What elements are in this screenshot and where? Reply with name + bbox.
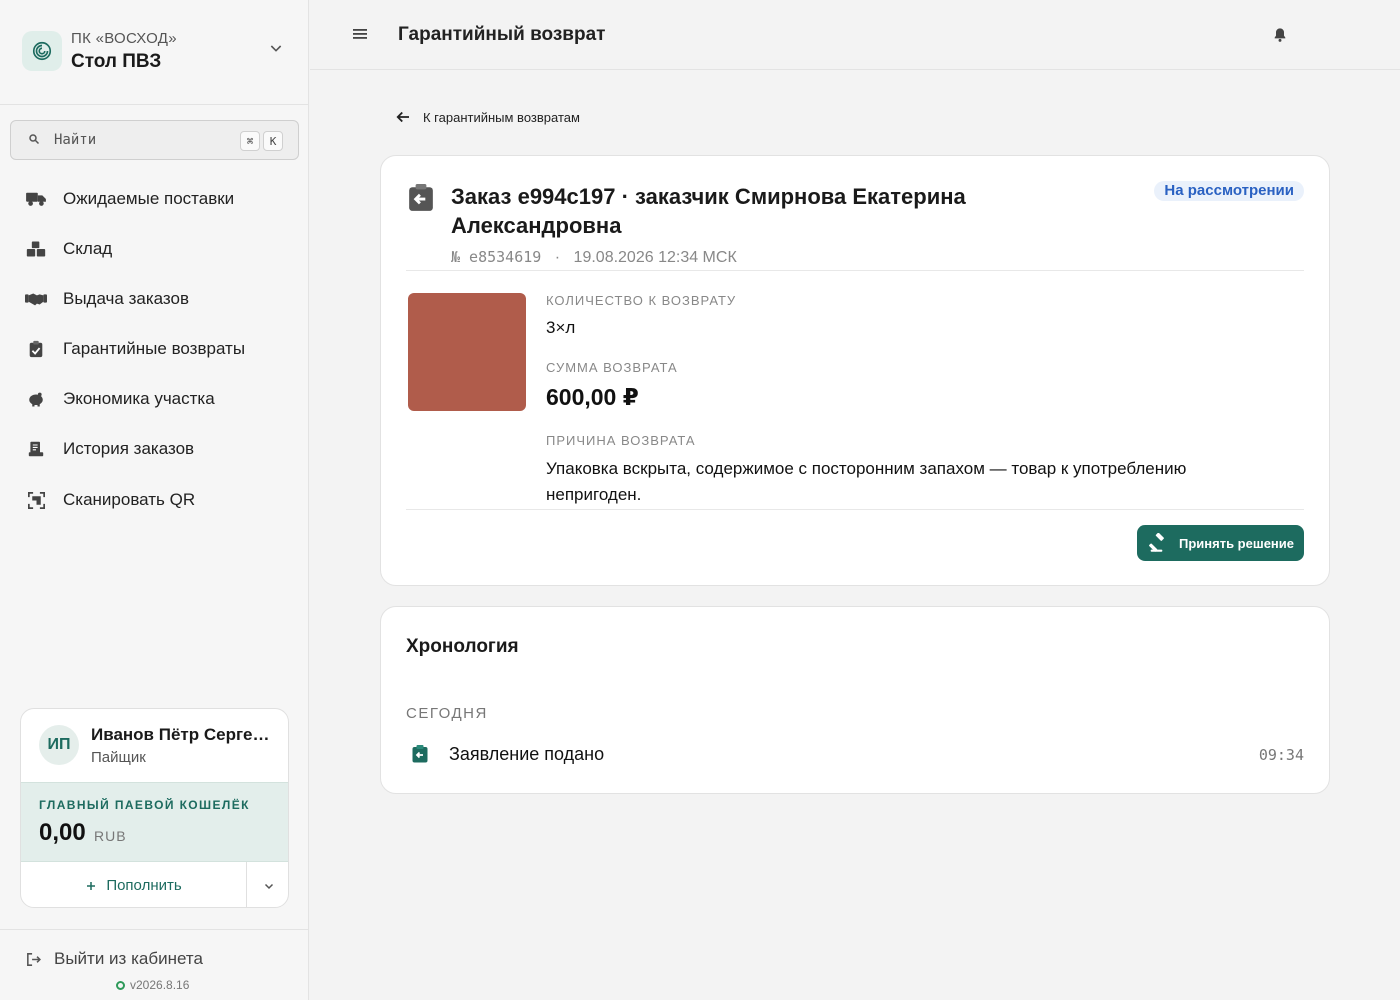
back-link-label: К гарантийным возвратам [423, 109, 580, 125]
timeline-event-time: 09:34 [1258, 746, 1304, 764]
wallet-label: ГЛАВНЫЙ ПАЕВОЙ КОШЕЛЁК [39, 798, 250, 812]
gavel-icon [1149, 533, 1169, 553]
search-placeholder: Найти [54, 132, 97, 148]
sidebar-item-economics[interactable]: Экономика участка [0, 374, 309, 424]
page-title: Гарантийный возврат [398, 24, 606, 45]
logout-label: Выйти из кабинета [54, 949, 203, 968]
claim-card: Заказ e994c197 · заказчик Смирнова Екате… [380, 155, 1330, 586]
claim-number: № e8534619 [451, 248, 542, 266]
sidebar-item-label: История заказов [63, 439, 195, 458]
sidebar-item-label: Ожидаемые поставки [63, 189, 235, 208]
brand-name: Стол ПВЗ [71, 51, 162, 72]
status-dot [116, 980, 125, 990]
qty-label: КОЛИЧЕСТВО К ВОЗВРАТУ [546, 293, 737, 308]
receipt-icon [25, 439, 47, 459]
search-input[interactable]: Найти ⌘ K [10, 120, 299, 160]
reason-value: Упаковка вскрыта, содержимое с посторонн… [546, 459, 1187, 504]
divider [406, 509, 1304, 510]
topup-more-button[interactable] [246, 862, 288, 907]
logout-button[interactable]: Выйти из кабинета [25, 949, 203, 969]
status-badge: На рассмотрении [1154, 181, 1304, 201]
wallet-amount: 0,00 [39, 819, 86, 846]
sum-label: СУММА ВОЗВРАТА [546, 360, 678, 375]
timeline-card: Хронология СЕГОДНЯ Заявление подано 09:3… [380, 606, 1330, 794]
claim-date: 19.08.2026 12:34 МСК [573, 249, 737, 266]
handshake-icon [25, 289, 47, 309]
claim-title: Заказ e994c197 · заказчик Смирнова Екате… [451, 184, 966, 238]
truck-icon [25, 189, 47, 209]
sum-value: 600,00 ₽ [546, 384, 639, 410]
menu-icon[interactable] [352, 27, 368, 41]
shortcut-mod-key: ⌘ [240, 131, 260, 151]
wallet-currency: RUB [94, 828, 127, 844]
clipboard-return-icon [409, 184, 433, 211]
arrow-left-icon [396, 111, 409, 123]
moon-icon[interactable] [1326, 20, 1354, 48]
clipboard-return-icon [412, 745, 428, 763]
timeline-event: Заявление подано [449, 744, 605, 764]
meta-separator: · [554, 249, 561, 266]
sidebar-item-warranty-returns[interactable]: Гарантийные возвраты [0, 324, 309, 374]
sidebar-item-label: Выдача заказов [63, 289, 190, 308]
brand-switcher[interactable]: ПК «ВОСХОД» Стол ПВЗ [0, 0, 309, 105]
divider [406, 270, 1304, 271]
qty-value: 3×л [546, 318, 576, 337]
qr-scan-icon [25, 490, 47, 510]
timeline-group-label: СЕГОДНЯ [406, 705, 488, 722]
timeline-title: Хронология [406, 636, 519, 657]
chevron-down-icon[interactable] [268, 40, 284, 56]
back-link[interactable]: К гарантийным возвратам [394, 108, 580, 126]
user-card: ИП Иванов Пётр Сергеевич Пайщик ГЛАВНЫЙ … [20, 708, 289, 908]
plus-icon [87, 881, 96, 890]
topbar: Гарантийный возврат [310, 0, 1400, 70]
product-image [408, 293, 526, 411]
avatar[interactable]: ИП [39, 725, 79, 765]
clipboard-return-icon [25, 339, 47, 359]
bell-icon[interactable] [1272, 26, 1288, 44]
sidebar-item-label: Склад [63, 239, 113, 258]
reason-label: ПРИЧИНА ВОЗВРАТА [546, 433, 696, 448]
shortcut-key: K [263, 131, 283, 151]
search-icon [29, 134, 40, 145]
logout-icon [27, 952, 41, 966]
sidebar: ПК «ВОСХОД» Стол ПВЗ Найти ⌘ K Ожидаемые… [0, 0, 309, 1000]
make-decision-label: Принять решение [1179, 535, 1294, 551]
spiral-logo-icon [32, 41, 52, 61]
topup-button[interactable]: Пополнить [21, 862, 246, 907]
sidebar-item-expected-deliveries[interactable]: Ожидаемые поставки [0, 174, 309, 224]
sidebar-footer: Выйти из кабинета v2026.8.16 [0, 929, 309, 1000]
sidebar-item-label: Гарантийные возвраты [63, 339, 246, 358]
claim-meta: № e8534619 · 19.08.2026 12:34 МСК [451, 248, 737, 267]
boxes-icon [25, 239, 47, 259]
user-name: Иванов Пётр Сергеевич [91, 725, 271, 744]
chevron-down-icon [264, 883, 273, 889]
sidebar-item-warehouse[interactable]: Склад [0, 224, 309, 274]
version-text: v2026.8.16 [130, 978, 190, 992]
sidebar-item-order-history[interactable]: История заказов [0, 424, 309, 474]
user-role: Пайщик [91, 749, 146, 766]
brand-logo [22, 31, 62, 71]
wallet-panel: ГЛАВНЫЙ ПАЕВОЙ КОШЕЛЁК 0,00 RUB [21, 782, 288, 862]
brand-org: ПК «ВОСХОД» [71, 30, 177, 47]
sidebar-item-scan-qr[interactable]: Сканировать QR [0, 475, 309, 525]
topup-label: Пополнить [106, 877, 182, 894]
version-label: v2026.8.16 [116, 978, 189, 992]
sidebar-item-label: Экономика участка [63, 389, 215, 408]
sidebar-item-label: Сканировать QR [63, 490, 196, 509]
piggy-bank-icon [25, 389, 47, 409]
sidebar-item-order-issue[interactable]: Выдача заказов [0, 274, 309, 324]
make-decision-button[interactable]: Принять решение [1137, 525, 1304, 561]
